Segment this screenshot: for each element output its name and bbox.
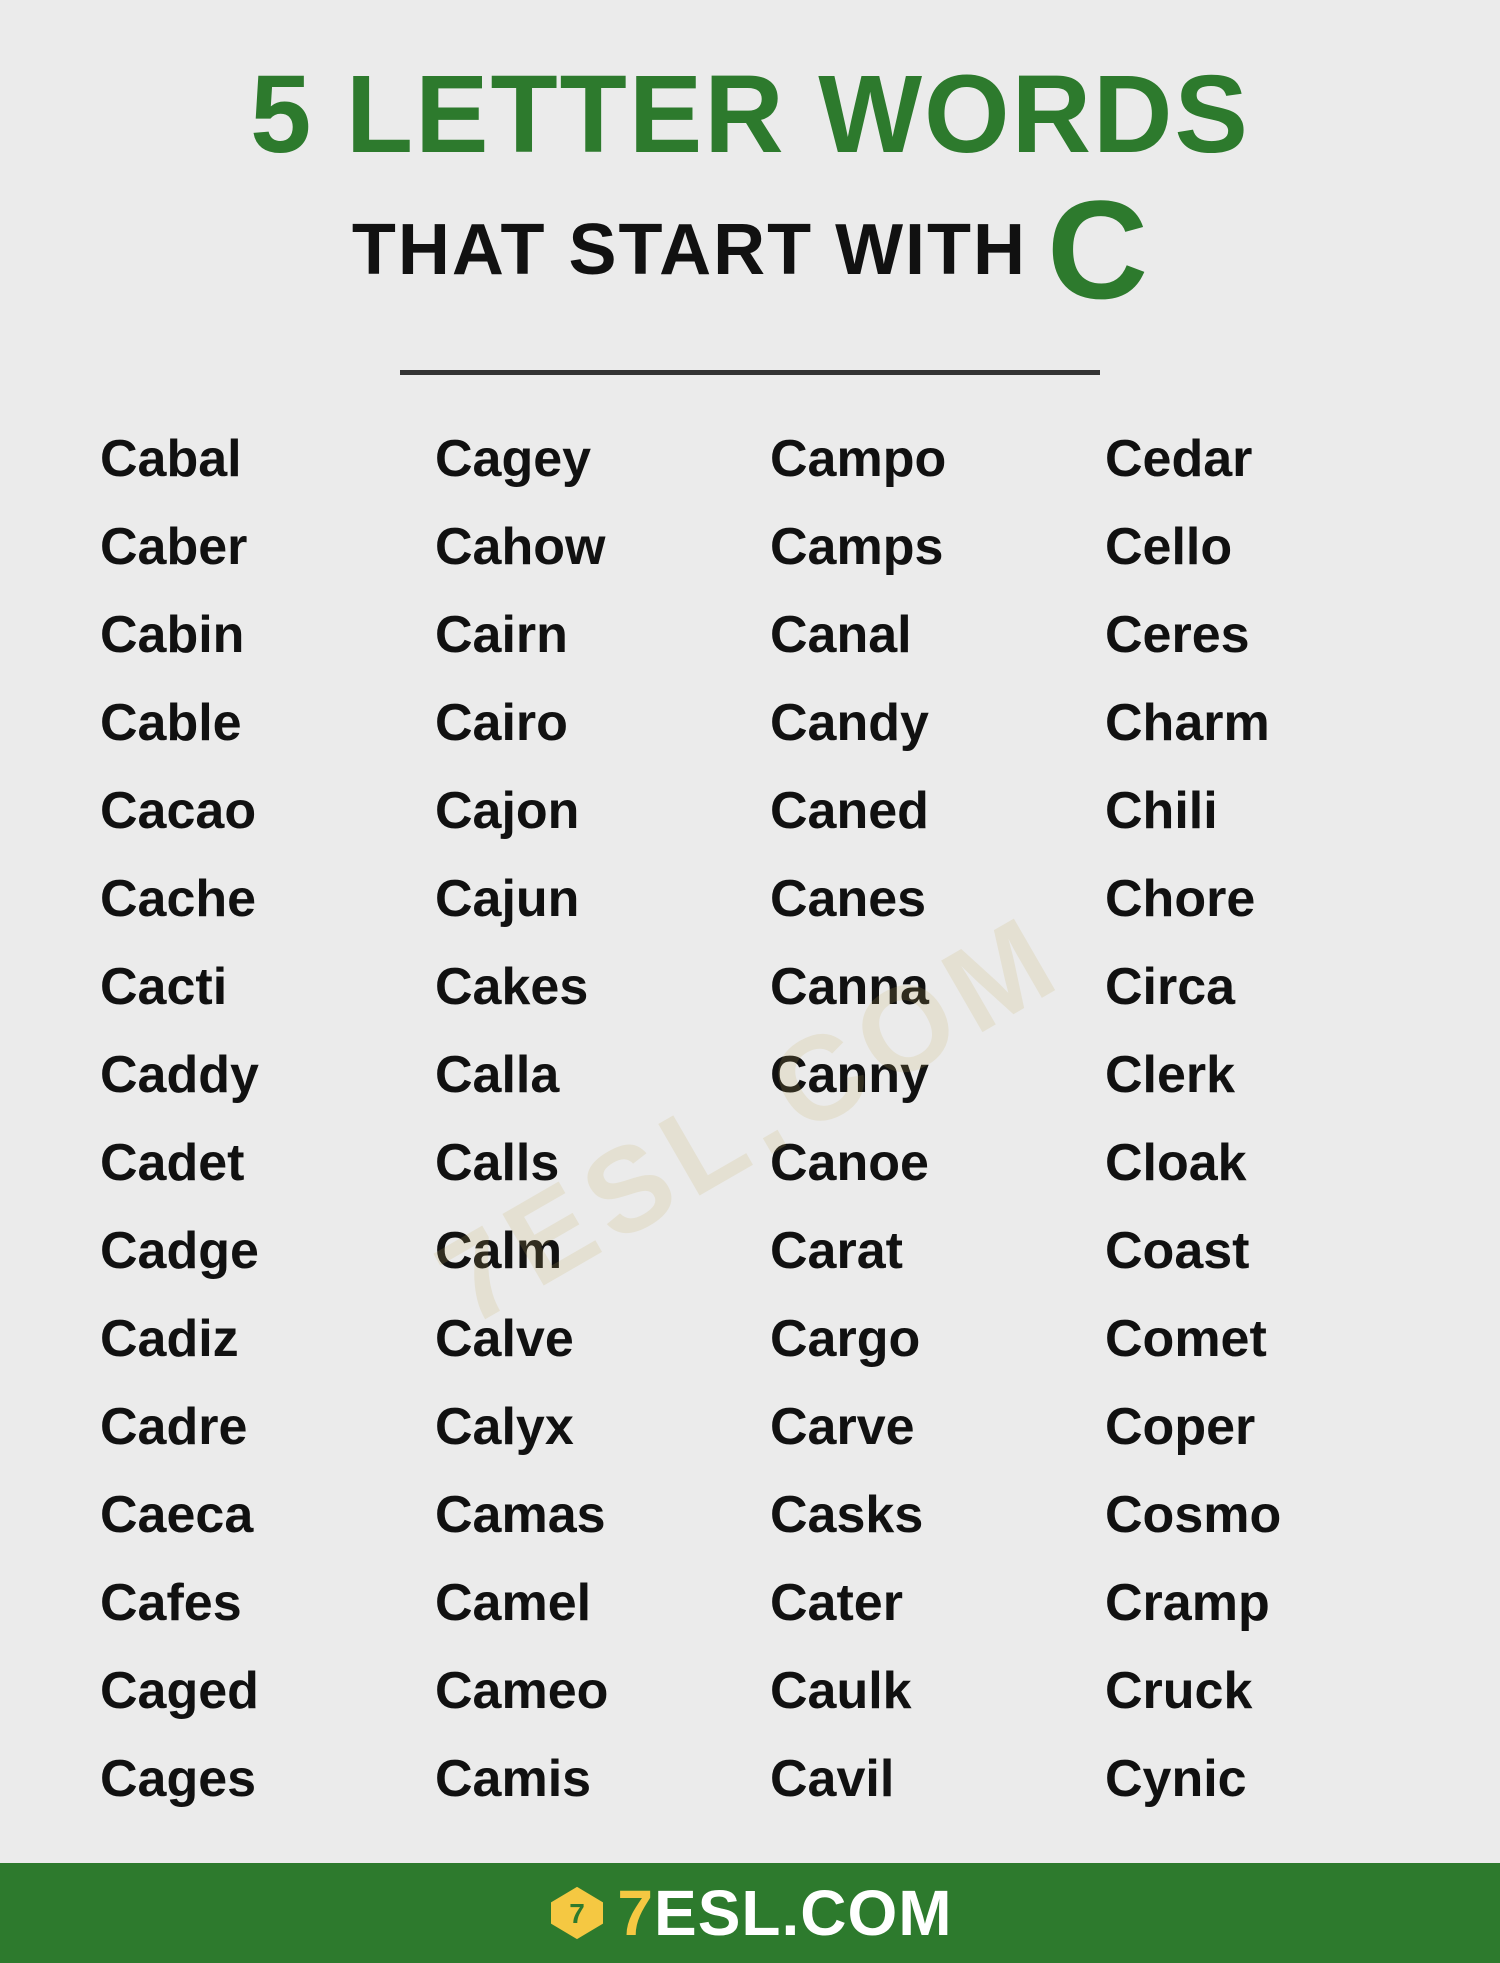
footer-logo: 7 7ESL.COM (547, 1876, 952, 1950)
word-item: Cairn (435, 591, 730, 679)
divider (400, 370, 1100, 375)
word-item: Camps (770, 503, 1065, 591)
word-item: Cajon (435, 767, 730, 855)
word-item: Cynic (1105, 1735, 1400, 1823)
footer-esl: ESL.COM (654, 1877, 953, 1949)
word-item: Cello (1105, 503, 1400, 591)
word-item: Cadre (100, 1383, 395, 1471)
word-item: Carat (770, 1207, 1065, 1295)
word-item: Cafes (100, 1559, 395, 1647)
word-item: Calls (435, 1119, 730, 1207)
word-item: Cameo (435, 1647, 730, 1735)
logo-icon: 7 (547, 1883, 607, 1943)
word-item: Calm (435, 1207, 730, 1295)
word-item: Chili (1105, 767, 1400, 855)
word-item: Caulk (770, 1647, 1065, 1735)
word-item: Calve (435, 1295, 730, 1383)
word-item: Cavil (770, 1735, 1065, 1823)
word-item: Cairo (435, 679, 730, 767)
letter-c-display: C (1047, 180, 1148, 320)
word-item: Cosmo (1105, 1471, 1400, 1559)
footer-seven: 7 (617, 1877, 654, 1949)
word-item: Cadge (100, 1207, 395, 1295)
footer: 7 7ESL.COM (0, 1863, 1500, 1963)
word-item: Coast (1105, 1207, 1400, 1295)
word-item: Cache (100, 855, 395, 943)
word-column-3: CampoCampsCanalCandyCanedCanesCannaCanny… (750, 415, 1085, 1823)
svg-text:7: 7 (570, 1898, 586, 1929)
word-item: Cabal (100, 415, 395, 503)
word-item: Canny (770, 1031, 1065, 1119)
word-item: Cajun (435, 855, 730, 943)
word-item: Cloak (1105, 1119, 1400, 1207)
word-item: Cakes (435, 943, 730, 1031)
word-item: Caned (770, 767, 1065, 855)
word-item: Cadiz (100, 1295, 395, 1383)
word-item: Clerk (1105, 1031, 1400, 1119)
word-item: Camas (435, 1471, 730, 1559)
word-item: Canes (770, 855, 1065, 943)
word-item: Ceres (1105, 591, 1400, 679)
main-title: 5 LETTER WORDS (250, 60, 1250, 170)
word-item: Cargo (770, 1295, 1065, 1383)
word-item: Cedar (1105, 415, 1400, 503)
word-item: Cagey (435, 415, 730, 503)
word-item: Camel (435, 1559, 730, 1647)
word-item: Campo (770, 415, 1065, 503)
word-item: Cable (100, 679, 395, 767)
word-item: Charm (1105, 679, 1400, 767)
word-item: Calla (435, 1031, 730, 1119)
word-item: Caeca (100, 1471, 395, 1559)
word-item: Cruck (1105, 1647, 1400, 1735)
word-item: Cramp (1105, 1559, 1400, 1647)
word-item: Carve (770, 1383, 1065, 1471)
word-item: Caged (100, 1647, 395, 1735)
word-item: Cadet (100, 1119, 395, 1207)
word-item: Chore (1105, 855, 1400, 943)
word-item: Candy (770, 679, 1065, 767)
word-item: Comet (1105, 1295, 1400, 1383)
word-column-4: CedarCelloCeresCharmChiliChoreCircaClerk… (1085, 415, 1420, 1823)
word-item: Cabin (100, 591, 395, 679)
word-item: Cahow (435, 503, 730, 591)
word-item: Coper (1105, 1383, 1400, 1471)
word-column-1: CabalCaberCabinCableCacaoCacheCactiCaddy… (80, 415, 415, 1823)
word-item: Cater (770, 1559, 1065, 1647)
word-column-2: CageyCahowCairnCairoCajonCajunCakesCalla… (415, 415, 750, 1823)
word-item: Caber (100, 503, 395, 591)
word-item: Casks (770, 1471, 1065, 1559)
word-item: Canna (770, 943, 1065, 1031)
word-item: Cages (100, 1735, 395, 1823)
word-item: Camis (435, 1735, 730, 1823)
words-grid: CabalCaberCabinCableCacaoCacheCactiCaddy… (80, 415, 1420, 1823)
word-item: Canal (770, 591, 1065, 679)
word-item: Calyx (435, 1383, 730, 1471)
word-item: Canoe (770, 1119, 1065, 1207)
footer-brand: 7ESL.COM (617, 1876, 952, 1950)
word-item: Caddy (100, 1031, 395, 1119)
content-wrapper: 7ESL.COM CabalCaberCabinCableCacaoCacheC… (80, 415, 1420, 1823)
word-item: Cacao (100, 767, 395, 855)
word-item: Cacti (100, 943, 395, 1031)
word-item: Circa (1105, 943, 1400, 1031)
subtitle-text: THAT START WITH (352, 209, 1027, 291)
